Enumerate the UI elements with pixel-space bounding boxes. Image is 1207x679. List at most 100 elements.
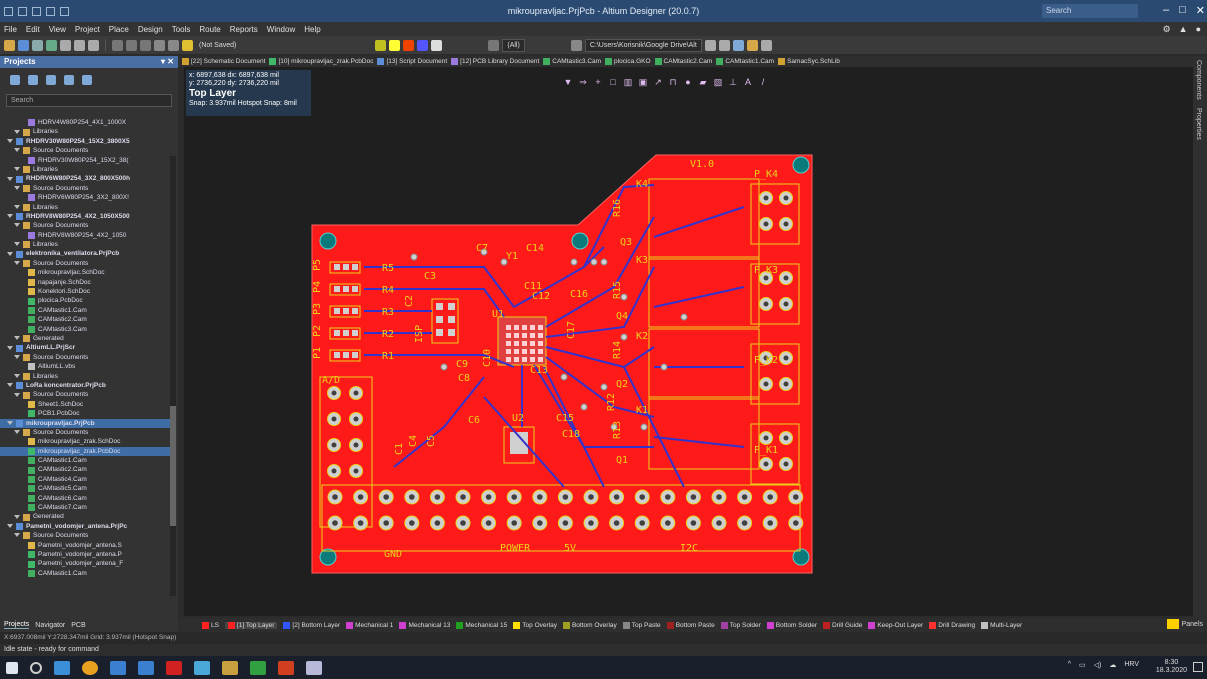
layer-tab[interactable]: LS (202, 621, 219, 629)
tree-item[interactable]: LoRa koncentrator.PrjPcb (0, 381, 170, 390)
task-view-icon[interactable] (54, 660, 70, 675)
expand-arrow-icon[interactable] (14, 148, 20, 153)
zoom-icon[interactable] (46, 39, 57, 51)
tree-item[interactable]: CAMtastic3.Cam (0, 325, 170, 334)
volume-icon[interactable]: ◁) (1094, 661, 1102, 669)
open-project-icon[interactable] (28, 75, 38, 85)
save-icon[interactable] (18, 6, 27, 16)
tree-item[interactable]: RHDRV6W80P254_3X2_800X500h (0, 174, 170, 183)
save-project-icon[interactable] (10, 75, 20, 85)
expand-arrow-icon[interactable] (14, 354, 20, 360)
menu-reports[interactable]: Reports (230, 25, 258, 34)
fill-icon[interactable] (417, 39, 429, 51)
account-icon[interactable]: ● (1196, 24, 1201, 35)
expand-arrow-icon[interactable] (14, 242, 20, 247)
mail-icon[interactable] (138, 660, 154, 675)
tree-item[interactable]: CAMtastic4.Cam (0, 475, 170, 484)
redo-icon[interactable] (60, 6, 69, 16)
settings-icon[interactable]: ⚙ (1163, 24, 1171, 35)
new-icon[interactable] (4, 6, 13, 16)
menu-edit[interactable]: Edit (26, 25, 40, 34)
tree-item[interactable]: CAMtastic2.Cam (0, 315, 170, 324)
layer-tab[interactable]: Multi-Layer (981, 621, 1022, 629)
tree-item[interactable]: Source Documents (0, 221, 170, 230)
tree-item[interactable]: CAMtastic5.Cam (0, 484, 170, 493)
menu-place[interactable]: Place (109, 25, 129, 34)
menu-design[interactable]: Design (138, 25, 163, 34)
print-icon[interactable] (32, 39, 43, 51)
tree-item[interactable]: Libraries (0, 127, 170, 136)
tree-item[interactable]: Pametni_vodomjer_antena.PrjPc (0, 522, 170, 531)
pcb-canvas[interactable]: x: 6897,638 dx: 6897,638 mil y: 2736,220… (184, 67, 1193, 616)
layer-tab[interactable]: Mechanical 15 (456, 621, 507, 629)
tree-item[interactable]: Source Documents (0, 531, 170, 540)
layer-tab[interactable]: Bottom Paste (666, 621, 715, 629)
expand-arrow-icon[interactable] (14, 373, 20, 379)
layer-tab[interactable]: [2] Bottom Layer (283, 621, 340, 629)
projects-search-input[interactable]: Search (6, 94, 172, 107)
panel-pin-icon[interactable]: ▾ ✕ (161, 57, 174, 67)
open-folder-icon[interactable] (4, 39, 15, 51)
expand-arrow-icon[interactable] (14, 261, 20, 266)
menu-window[interactable]: Window (267, 25, 295, 34)
expand-arrow-icon[interactable] (14, 223, 20, 228)
layer-tab[interactable]: Drill Drawing (929, 621, 975, 629)
properties-panel-tab[interactable]: Properties (1195, 108, 1202, 140)
tree-item[interactable]: mikroupravljac.SchDoc (0, 268, 170, 277)
expand-arrow-icon[interactable] (14, 336, 20, 341)
layer-tab[interactable]: Keep-Out Layer (868, 621, 923, 629)
tree-item[interactable]: Source Documents (0, 146, 170, 155)
tree-item[interactable]: Generated (0, 512, 170, 521)
expand-arrow-icon[interactable] (7, 345, 13, 351)
close-button[interactable]: ✕ (1196, 4, 1205, 17)
via-icon[interactable] (389, 39, 401, 51)
tree-item[interactable]: Libraries (0, 240, 170, 249)
tree-item[interactable]: RHDRV30W80P254_15X2_38( (0, 156, 170, 165)
tree-item[interactable]: CAMtastic7.Cam (0, 503, 170, 512)
app-icon-red[interactable] (278, 660, 294, 675)
menu-project[interactable]: Project (75, 25, 100, 34)
maximize-button[interactable]: □ (1179, 4, 1186, 17)
layer-tab[interactable]: Top Overlay (513, 621, 557, 629)
pcb-board-outline[interactable] (311, 154, 813, 574)
notification-icon[interactable]: ▲ (1179, 24, 1188, 35)
search-input[interactable]: Search (1042, 4, 1138, 18)
layer-tab[interactable]: Mechanical 13 (399, 621, 450, 629)
expand-arrow-icon[interactable] (14, 129, 20, 135)
panel-tab-projects[interactable]: Projects (4, 621, 30, 629)
altium-taskbar-icon[interactable] (222, 660, 238, 675)
expand-arrow-icon[interactable] (7, 138, 13, 144)
tree-item[interactable]: RHDRV8W80P254_4X2_1050X500 (0, 212, 170, 221)
route-icon[interactable] (375, 39, 387, 51)
tree-item[interactable]: CAMtastic6.Cam (0, 494, 170, 503)
layer-tab[interactable]: Bottom Overlay (562, 621, 617, 629)
layer-tab[interactable]: Top Paste (622, 621, 661, 629)
network-icon[interactable]: ▭ (1079, 661, 1086, 669)
tree-item[interactable]: CAMtastic2.Cam (0, 465, 170, 474)
tree-item[interactable]: CAMtastic1.Cam (0, 456, 170, 465)
copy-icon[interactable] (74, 39, 85, 51)
tree-item[interactable]: mikroupravljac_zrak.PcbDoc (0, 446, 170, 457)
tree-item[interactable]: plocica.PcbDoc (0, 296, 170, 305)
paint-icon[interactable] (194, 660, 210, 675)
expand-arrow-icon[interactable] (7, 214, 13, 219)
tree-item[interactable]: AltiumLL.PrjScr (0, 343, 170, 352)
menu-file[interactable]: File (4, 25, 17, 34)
cloud-icon[interactable]: ☁ (1109, 661, 1116, 669)
undo-icon[interactable] (46, 6, 55, 16)
tree-item[interactable]: Source Documents (0, 184, 170, 193)
tree-item[interactable]: Generated (0, 334, 170, 343)
document-tab[interactable]: CAMtastic3.Cam (543, 58, 601, 65)
project-tree-scrollbar[interactable] (170, 156, 176, 596)
tree-item[interactable]: Pametni_vodomjer_antena.S (0, 541, 170, 550)
pad-icon[interactable] (403, 39, 415, 51)
document-tab[interactable]: [13] Script Document (377, 58, 447, 65)
menu-route[interactable]: Route (199, 25, 220, 34)
minimize-button[interactable]: – (1163, 4, 1169, 17)
paste-icon[interactable] (88, 39, 99, 51)
expand-arrow-icon[interactable] (14, 514, 20, 520)
document-tab[interactable]: CAMtastic1.Cam (716, 58, 774, 65)
tree-item[interactable]: PCB1.PcbDoc (0, 409, 170, 418)
tree-item[interactable]: HDRV4W80P254_4X1_1000X (0, 118, 170, 127)
filter-combo[interactable]: (All) (502, 38, 525, 52)
